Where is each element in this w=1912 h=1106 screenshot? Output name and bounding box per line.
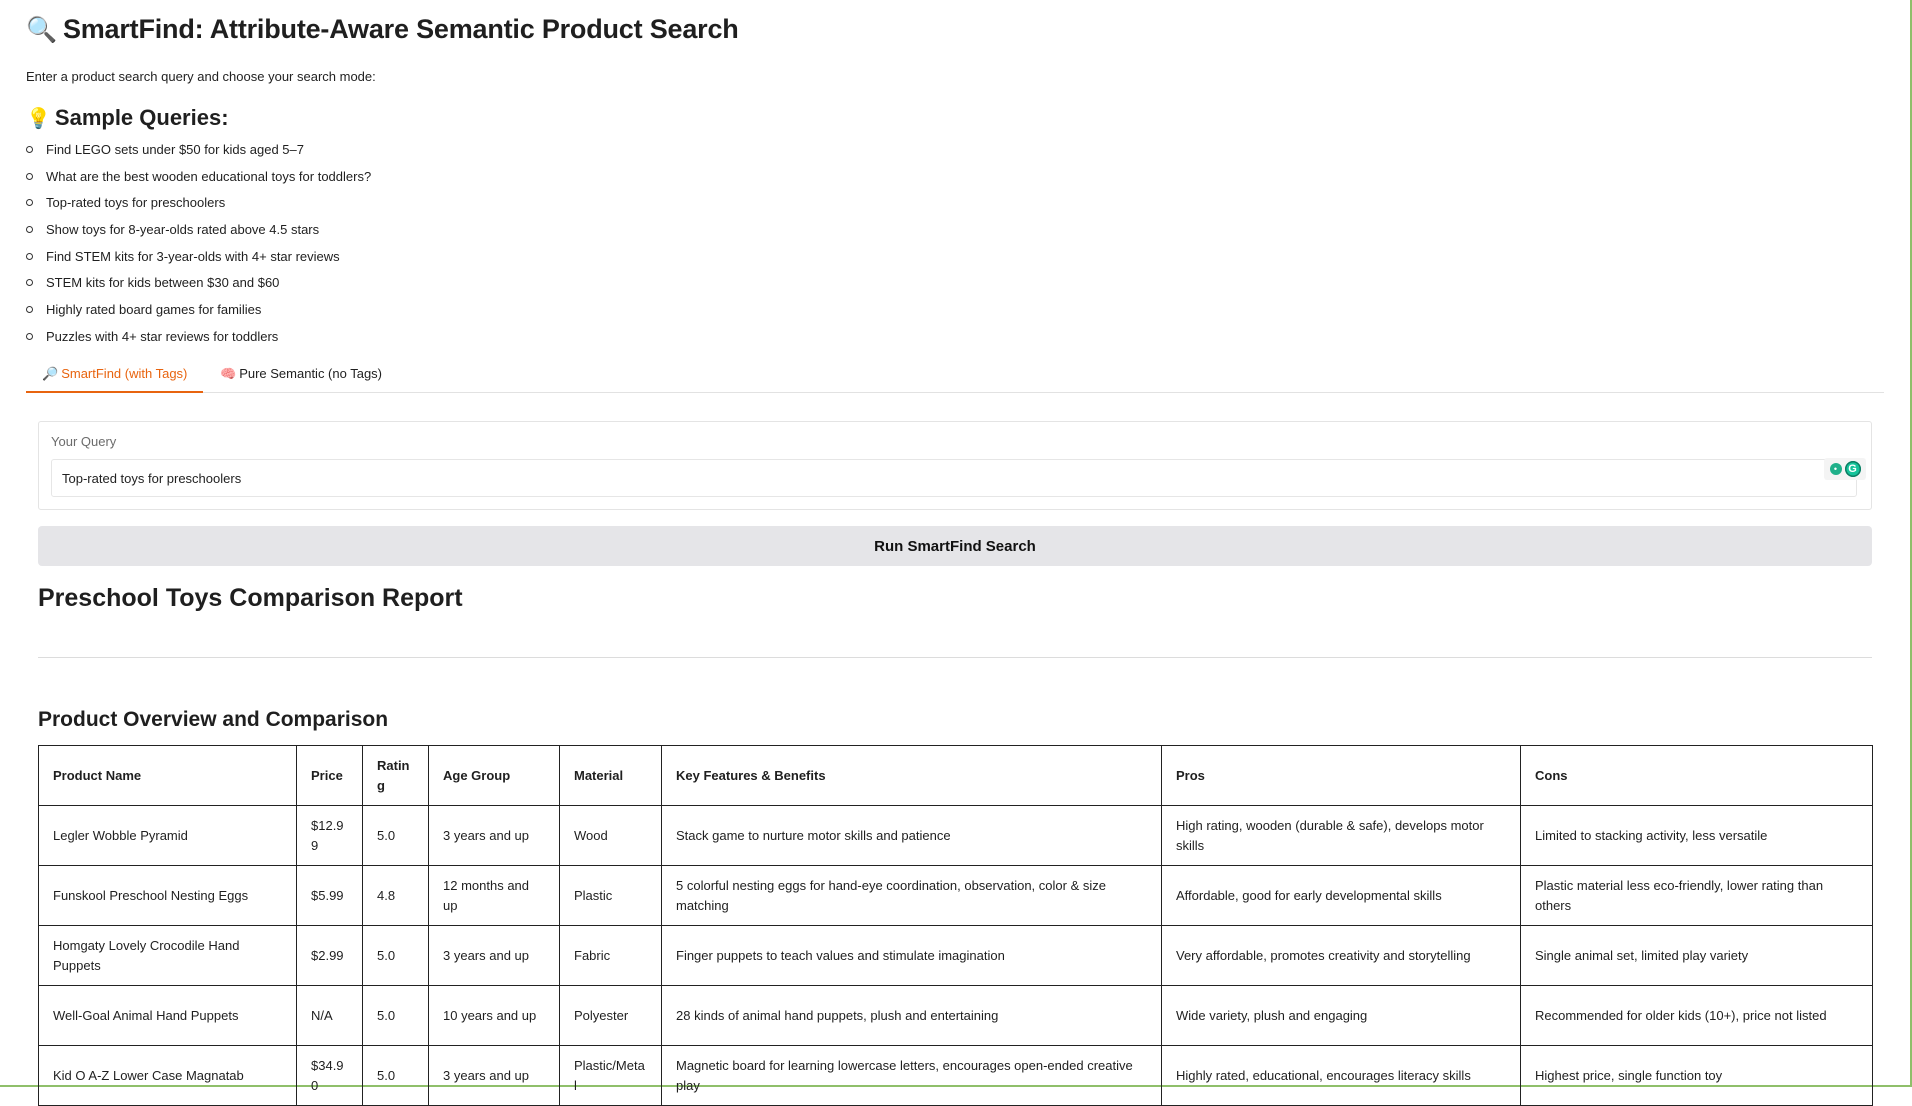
table-row: Kid O A-Z Lower Case Magnatab $34.90 5.0…: [38, 1045, 1873, 1106]
sample-query-item: STEM kits for kids between $30 and $60: [26, 273, 371, 300]
cell-features: Magnetic board for learning lowercase le…: [661, 1045, 1162, 1106]
cell-material: Plastic: [559, 865, 662, 926]
section-divider: [38, 657, 1872, 658]
sample-query-item: Find LEGO sets under $50 for kids aged 5…: [26, 140, 371, 167]
column-header: Price: [296, 745, 363, 806]
column-header: Cons: [1520, 745, 1873, 806]
grammarly-widget[interactable]: • G: [1824, 458, 1866, 480]
page-title-text: SmartFind: Attribute-Aware Semantic Prod…: [62, 14, 739, 44]
column-header: Key Features & Benefits: [661, 745, 1162, 806]
overview-heading: Product Overview and Comparison: [38, 708, 389, 731]
cell-material: Polyester: [559, 985, 662, 1046]
search-icon: 🔎: [42, 366, 59, 381]
cell-age-group: 10 years and up: [428, 985, 560, 1046]
column-header: Age Group: [428, 745, 560, 806]
table-row: Funskool Preschool Nesting Eggs $5.99 4.…: [38, 865, 1873, 926]
cell-pros: Affordable, good for early developmental…: [1161, 865, 1521, 926]
cell-price: $12.99: [296, 805, 363, 866]
cell-features: 28 kinds of animal hand puppets, plush a…: [661, 985, 1162, 1046]
cell-product-name: Well-Goal Animal Hand Puppets: [38, 985, 297, 1046]
cell-pros: High rating, wooden (durable & safe), de…: [1161, 805, 1521, 866]
cell-features: 5 colorful nesting eggs for hand-eye coo…: [661, 865, 1162, 926]
cell-cons: Limited to stacking activity, less versa…: [1520, 805, 1873, 866]
comparison-table: Product Name Price Rating Age Group Mate…: [38, 745, 1873, 1106]
lightbulb-icon: 💡: [26, 108, 51, 130]
page-title: 🔍 SmartFind: Attribute-Aware Semantic Pro…: [26, 14, 739, 45]
intro-text: Enter a product search query and choose …: [26, 69, 376, 84]
cell-product-name: Funskool Preschool Nesting Eggs: [38, 865, 297, 926]
sample-query-item: Find STEM kits for 3-year-olds with 4+ s…: [26, 247, 371, 274]
cell-material: Fabric: [559, 925, 662, 986]
cell-rating: 5.0: [362, 1045, 429, 1106]
cell-rating: 4.8: [362, 865, 429, 926]
tab-smartfind[interactable]: 🔎 SmartFind (with Tags): [26, 362, 204, 393]
sample-query-list: Find LEGO sets under $50 for kids aged 5…: [26, 140, 371, 354]
search-mode-tabs: 🔎 SmartFind (with Tags) 🧠 Pure Semantic (n…: [26, 362, 1884, 393]
lightbulb-hint-icon[interactable]: •: [1829, 463, 1842, 475]
sample-queries-heading-text: Sample Queries:: [54, 105, 229, 130]
cell-pros: Wide variety, plush and engaging: [1161, 985, 1521, 1046]
cell-material: Plastic/Metal: [559, 1045, 662, 1106]
cell-product-name: Legler Wobble Pyramid: [38, 805, 297, 866]
table-row: Legler Wobble Pyramid $12.99 5.0 3 years…: [38, 805, 1873, 866]
cell-rating: 5.0: [362, 925, 429, 986]
table-row: Well-Goal Animal Hand Puppets N/A 5.0 10…: [38, 985, 1873, 1046]
sample-query-item: Puzzles with 4+ star reviews for toddler…: [26, 327, 371, 354]
grammarly-icon[interactable]: G: [1844, 461, 1861, 477]
cell-price: N/A: [296, 985, 363, 1046]
column-header: Rating: [362, 745, 429, 806]
magnifier-icon: 🔍: [26, 16, 57, 44]
cell-price: $34.90: [296, 1045, 363, 1106]
tab-smartfind-label: SmartFind (with Tags): [61, 366, 188, 381]
cell-age-group: 3 years and up: [428, 925, 560, 986]
cell-cons: Recommended for older kids (10+), price …: [1520, 985, 1873, 1046]
brain-icon: 🧠: [220, 366, 237, 381]
cell-age-group: 12 months and up: [428, 865, 560, 926]
sample-query-item: What are the best wooden educational toy…: [26, 167, 371, 194]
query-label: Your Query: [51, 434, 117, 449]
run-search-button[interactable]: Run SmartFind Search: [38, 526, 1872, 566]
sample-query-item: Top-rated toys for preschoolers: [26, 193, 371, 220]
cell-product-name: Kid O A-Z Lower Case Magnatab: [38, 1045, 297, 1106]
cell-material: Wood: [559, 805, 662, 866]
tab-pure-semantic-label: Pure Semantic (no Tags): [239, 366, 383, 381]
cell-price: $2.99: [296, 925, 363, 986]
cell-pros: Highly rated, educational, encourages li…: [1161, 1045, 1521, 1106]
sample-queries-heading: 💡 Sample Queries:: [26, 105, 229, 131]
query-input[interactable]: [51, 459, 1857, 497]
cell-features: Stack game to nurture motor skills and p…: [661, 805, 1162, 866]
sample-query-item: Highly rated board games for families: [26, 300, 371, 327]
cell-features: Finger puppets to teach values and stimu…: [661, 925, 1162, 986]
table-row: Homgaty Lovely Crocodile Hand Puppets $2…: [38, 925, 1873, 986]
cell-age-group: 3 years and up: [428, 1045, 560, 1106]
cell-rating: 5.0: [362, 985, 429, 1046]
query-panel: Your Query: [38, 421, 1872, 510]
cell-product-name: Homgaty Lovely Crocodile Hand Puppets: [38, 925, 297, 986]
column-header: Product Name: [38, 745, 297, 806]
cell-cons: Single animal set, limited play variety: [1520, 925, 1873, 986]
cell-cons: Plastic material less eco-friendly, lowe…: [1520, 865, 1873, 926]
cell-pros: Very affordable, promotes creativity and…: [1161, 925, 1521, 986]
sample-query-item: Show toys for 8-year-olds rated above 4.…: [26, 220, 371, 247]
column-header: Material: [559, 745, 662, 806]
column-header: Pros: [1161, 745, 1521, 806]
cell-price: $5.99: [296, 865, 363, 926]
cell-age-group: 3 years and up: [428, 805, 560, 866]
cell-cons: Highest price, single function toy: [1520, 1045, 1873, 1106]
cell-rating: 5.0: [362, 805, 429, 866]
report-title: Preschool Toys Comparison Report: [38, 584, 463, 612]
table-header-row: Product Name Price Rating Age Group Mate…: [38, 745, 1873, 806]
tab-pure-semantic[interactable]: 🧠 Pure Semantic (no Tags): [204, 362, 398, 391]
